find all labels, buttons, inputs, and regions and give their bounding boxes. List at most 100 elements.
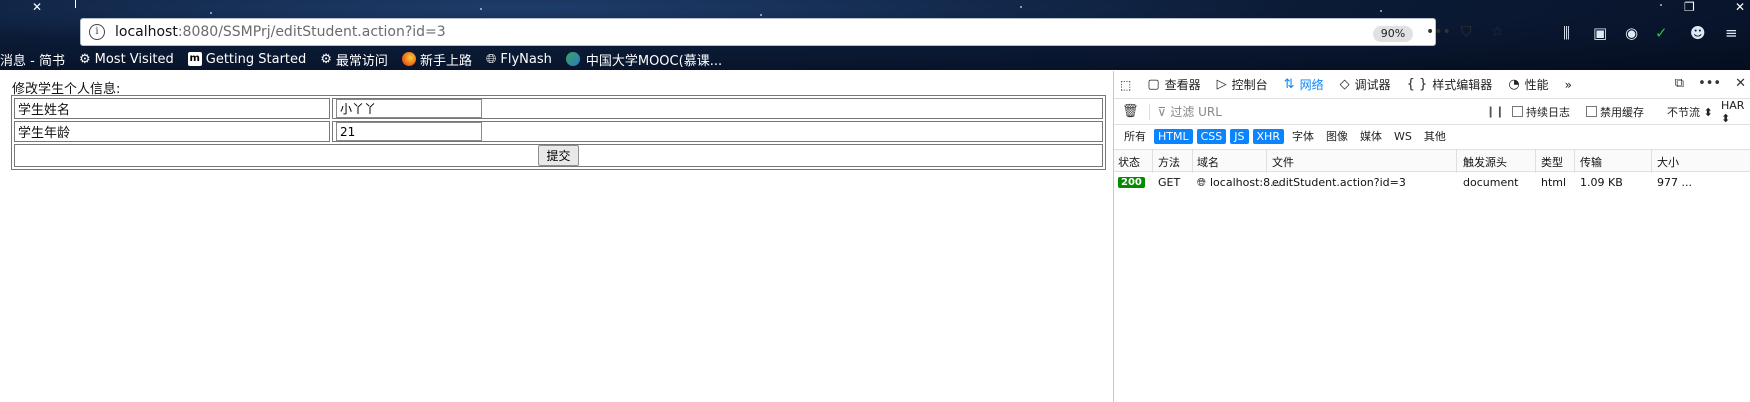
- column-size[interactable]: 大小: [1657, 154, 1679, 170]
- har-menu[interactable]: HAR ⬍: [1721, 99, 1750, 125]
- bookmark-label: Most Visited: [94, 51, 174, 67]
- bookmark-flynash[interactable]: 🌐︎ FlyNash: [486, 52, 552, 67]
- filter-css[interactable]: CSS: [1196, 128, 1227, 144]
- filter-html[interactable]: HTML: [1154, 128, 1193, 144]
- column-divider: [1535, 150, 1536, 173]
- close-icon[interactable]: ✕: [32, 0, 42, 14]
- edit-student-form: 学生姓名 学生年龄 提交: [11, 95, 1106, 170]
- tab-divider: [75, 0, 76, 8]
- column-status[interactable]: 状态: [1118, 154, 1140, 170]
- throttle-select[interactable]: 不节流 ⬍: [1667, 104, 1713, 120]
- bookmark-mooc[interactable]: 中国大学MOOC(慕课...: [565, 50, 722, 69]
- type-filter-row: 所有 HTML CSS JS XHR 字体 图像 媒体 WS 其他: [1120, 127, 1450, 145]
- student-age-input[interactable]: [336, 122, 482, 141]
- name-label: 学生姓名: [14, 98, 330, 119]
- persist-log-label: 持续日志: [1526, 105, 1570, 119]
- submit-button[interactable]: 提交: [538, 145, 579, 166]
- bookmark-most-visited-cn[interactable]: ⚙ 最常访问: [320, 50, 388, 69]
- close-devtools-icon[interactable]: ✕: [1735, 76, 1746, 91]
- request-domain: localhost:8...: [1210, 176, 1281, 189]
- filter-all[interactable]: 所有: [1120, 127, 1150, 145]
- column-domain[interactable]: 域名: [1197, 154, 1219, 170]
- dock-icon[interactable]: ⧉: [1675, 76, 1684, 91]
- info-icon[interactable]: i: [89, 24, 105, 40]
- network-filter-bar: 🗑︎ ⊽ 过滤 URL ❙❙ 持续日志 禁用缓存 不节流 ⬍ HAR ⬍: [1114, 99, 1750, 125]
- column-type[interactable]: 类型: [1541, 154, 1563, 170]
- column-divider: [1192, 150, 1193, 173]
- tab-console[interactable]: ▷ 控制台: [1209, 71, 1276, 99]
- filter-images[interactable]: 图像: [1322, 127, 1352, 145]
- request-type: html: [1541, 176, 1567, 189]
- gear-icon: ⚙: [78, 51, 91, 67]
- column-cause[interactable]: 触发源头: [1463, 154, 1507, 170]
- table-row[interactable]: 200 GET 🌐︎ localhost:8... editStudent.ac…: [1114, 172, 1750, 194]
- more-icon[interactable]: •••: [1426, 24, 1451, 40]
- column-method[interactable]: 方法: [1158, 154, 1180, 170]
- more-options-icon[interactable]: •••: [1698, 76, 1721, 91]
- overflow-tabs-icon[interactable]: »: [1557, 71, 1580, 99]
- disable-cache-label: 禁用缓存: [1600, 105, 1644, 119]
- bookmark-label: FlyNash: [500, 51, 552, 67]
- tab-inspector[interactable]: ▢ 查看器: [1139, 71, 1208, 99]
- zoom-indicator[interactable]: 90%: [1373, 26, 1413, 42]
- filter-ws[interactable]: WS: [1390, 129, 1416, 144]
- pause-icon[interactable]: ❙❙: [1486, 105, 1504, 118]
- menu-icon[interactable]: ≡: [1725, 24, 1738, 42]
- student-name-input[interactable]: [336, 99, 482, 118]
- account-icon[interactable]: ☻: [1690, 24, 1706, 42]
- pick-element-icon[interactable]: ⬚: [1114, 71, 1139, 99]
- bookmark-label: Getting Started: [205, 51, 307, 67]
- sync-icon[interactable]: ◉: [1625, 24, 1638, 42]
- bookmark-getting-started[interactable]: m Getting Started: [187, 51, 307, 67]
- table-row: 提交: [14, 144, 1103, 167]
- bookmark-most-visited[interactable]: ⚙ Most Visited: [79, 52, 174, 67]
- trash-icon[interactable]: 🗑︎: [1122, 104, 1139, 119]
- network-icon: ⇅: [1283, 77, 1295, 92]
- column-file[interactable]: 文件: [1272, 154, 1294, 170]
- divider: [1148, 103, 1150, 120]
- pocket-icon[interactable]: ⛉: [1461, 24, 1472, 40]
- background-star: [1660, 4, 1662, 6]
- firefox-icon: [401, 52, 416, 66]
- filter-js[interactable]: JS: [1230, 128, 1249, 144]
- request-method: GET: [1158, 176, 1181, 189]
- column-transferred[interactable]: 传输: [1580, 154, 1602, 170]
- library-icon[interactable]: ⫼: [1563, 24, 1570, 42]
- devtools-controls: ⧉ ••• ✕: [1675, 76, 1746, 91]
- close-window-icon[interactable]: ✕: [1735, 0, 1745, 14]
- globe-icon: 🌐︎: [1197, 176, 1206, 189]
- filter-xhr[interactable]: XHR: [1252, 128, 1284, 144]
- tab-label: 网络: [1299, 78, 1324, 92]
- restore-window-icon[interactable]: ❐: [1684, 0, 1695, 14]
- name-input-cell: [332, 98, 1103, 119]
- disable-cache-checkbox[interactable]: 禁用缓存: [1586, 104, 1644, 120]
- bookmark-jianshu[interactable]: 消息 - 简书: [0, 50, 65, 69]
- sidebar-icon[interactable]: ▣: [1593, 24, 1607, 42]
- filter-media[interactable]: 媒体: [1356, 127, 1386, 145]
- background-star: [480, 8, 482, 10]
- m-icon: m: [187, 52, 202, 66]
- inspector-icon: ▢: [1147, 77, 1160, 92]
- filter-fonts[interactable]: 字体: [1288, 127, 1318, 145]
- tab-debugger[interactable]: ◇ 调试器: [1332, 71, 1399, 99]
- tab-performance[interactable]: ◔ 性能: [1500, 71, 1556, 99]
- tab-network[interactable]: ⇅ 网络: [1276, 71, 1332, 99]
- column-divider: [1266, 150, 1267, 173]
- persist-log-checkbox[interactable]: 持续日志: [1512, 104, 1570, 120]
- tab-style-editor[interactable]: { } 样式编辑器: [1399, 71, 1501, 99]
- devtools-panel: ⬚ ▢ 查看器 ▷ 控制台 ⇅ 网络 ◇ 调试器 { } 样式编辑器 ◔ 性能 » ⧉ ••…: [1113, 71, 1750, 402]
- filter-url-input[interactable]: 过滤 URL: [1170, 103, 1470, 120]
- devtools-tabs: ⬚ ▢ 查看器 ▷ 控制台 ⇅ 网络 ◇ 调试器 { } 样式编辑器 ◔ 性能 » ⧉ ••…: [1114, 71, 1750, 99]
- background-star: [1380, 10, 1382, 12]
- tab-label: 查看器: [1164, 78, 1201, 92]
- column-divider: [1574, 150, 1575, 173]
- request-file: editStudent.action?id=3: [1272, 176, 1406, 189]
- bookmark-getting-started-cn[interactable]: 新手上路: [401, 50, 472, 69]
- bookmark-star-icon[interactable]: ☆: [1491, 24, 1504, 40]
- extension-icon[interactable]: ✓: [1655, 24, 1668, 42]
- url-bar[interactable]: i localhost:8080/SSMPrj/editStudent.acti…: [80, 18, 1504, 46]
- tab-label: 调试器: [1354, 78, 1391, 92]
- filter-other[interactable]: 其他: [1420, 127, 1450, 145]
- request-table-header: 状态 方法 域名 文件 触发源头 类型 传输 大小: [1114, 149, 1750, 173]
- age-input-cell: [332, 121, 1103, 142]
